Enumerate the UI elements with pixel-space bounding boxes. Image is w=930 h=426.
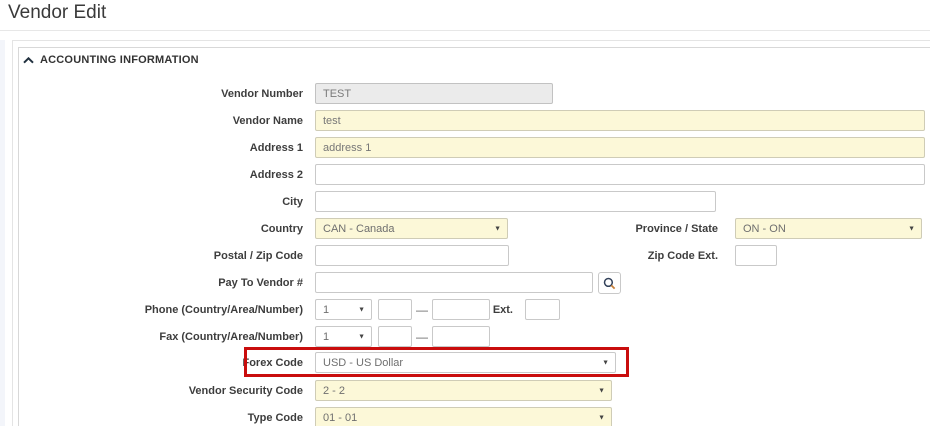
- fax-label: Fax (Country/Area/Number): [40, 331, 303, 343]
- accounting-section-title: ACCOUNTING INFORMATION: [40, 54, 199, 66]
- city-label: City: [40, 196, 303, 208]
- vendor-security-code-select[interactable]: 2 - 2 ▼: [315, 380, 612, 401]
- address-2-label: Address 2: [40, 169, 303, 181]
- chevron-down-icon: ▼: [494, 225, 501, 232]
- search-icon: [603, 277, 616, 290]
- phone-country-select[interactable]: 1 ▼: [315, 299, 372, 320]
- forex-code-select[interactable]: USD - US Dollar ▼: [315, 352, 616, 373]
- chevron-up-icon: [23, 57, 34, 64]
- vendor-security-code-value: 2 - 2: [323, 385, 345, 397]
- province-state-label: Province / State: [560, 223, 718, 235]
- zip-code-ext-label: Zip Code Ext.: [560, 250, 718, 262]
- vendor-edit-page: Vendor Edit ACCOUNTING INFORMATION Vendo…: [0, 0, 930, 426]
- accounting-section-header[interactable]: ACCOUNTING INFORMATION: [23, 54, 199, 66]
- address-1-label: Address 1: [40, 142, 303, 154]
- page-edge-strip: [0, 40, 5, 426]
- country-select[interactable]: CAN - Canada ▼: [315, 218, 508, 239]
- address-2-input[interactable]: [315, 164, 925, 185]
- chevron-down-icon: ▼: [598, 414, 605, 421]
- phone-ext-label: Ext.: [470, 304, 513, 316]
- chevron-down-icon: ▼: [358, 306, 365, 313]
- country-select-value: CAN - Canada: [323, 223, 395, 235]
- chevron-down-icon: ▼: [358, 333, 365, 340]
- divider: [0, 30, 930, 31]
- pay-to-vendor-search-button[interactable]: [598, 272, 621, 294]
- fax-separator: —: [413, 330, 431, 344]
- province-state-select[interactable]: ON - ON ▼: [735, 218, 922, 239]
- fax-country-select[interactable]: 1 ▼: [315, 326, 372, 347]
- vendor-name-label: Vendor Name: [40, 115, 303, 127]
- type-code-label: Type Code: [40, 412, 303, 424]
- postal-zip-input[interactable]: [315, 245, 509, 266]
- fax-area-input[interactable]: [378, 326, 412, 347]
- vendor-number-label: Vendor Number: [40, 88, 303, 100]
- forex-code-select-value: USD - US Dollar: [323, 357, 403, 369]
- vendor-name-input[interactable]: [315, 110, 925, 131]
- fax-country-value: 1: [323, 331, 329, 343]
- phone-label: Phone (Country/Area/Number): [40, 304, 303, 316]
- vendor-number-input: [315, 83, 553, 104]
- province-state-select-value: ON - ON: [743, 223, 786, 235]
- pay-to-vendor-input[interactable]: [315, 272, 593, 293]
- chevron-down-icon: ▼: [602, 359, 609, 366]
- city-input[interactable]: [315, 191, 716, 212]
- zip-code-ext-input[interactable]: [735, 245, 777, 266]
- phone-area-input[interactable]: [378, 299, 412, 320]
- chevron-down-icon: ▼: [598, 387, 605, 394]
- postal-zip-label: Postal / Zip Code: [40, 250, 303, 262]
- phone-country-value: 1: [323, 304, 329, 316]
- type-code-value: 01 - 01: [323, 412, 357, 424]
- phone-separator: —: [413, 303, 431, 317]
- pay-to-vendor-label: Pay To Vendor #: [40, 277, 303, 289]
- page-title: Vendor Edit: [8, 2, 106, 24]
- fax-number-input[interactable]: [432, 326, 490, 347]
- chevron-down-icon: ▼: [908, 225, 915, 232]
- phone-ext-input[interactable]: [525, 299, 560, 320]
- address-1-input[interactable]: [315, 137, 925, 158]
- vendor-security-code-label: Vendor Security Code: [40, 385, 303, 397]
- type-code-select[interactable]: 01 - 01 ▼: [315, 407, 612, 426]
- forex-code-label: Forex Code: [40, 357, 303, 369]
- country-label: Country: [40, 223, 303, 235]
